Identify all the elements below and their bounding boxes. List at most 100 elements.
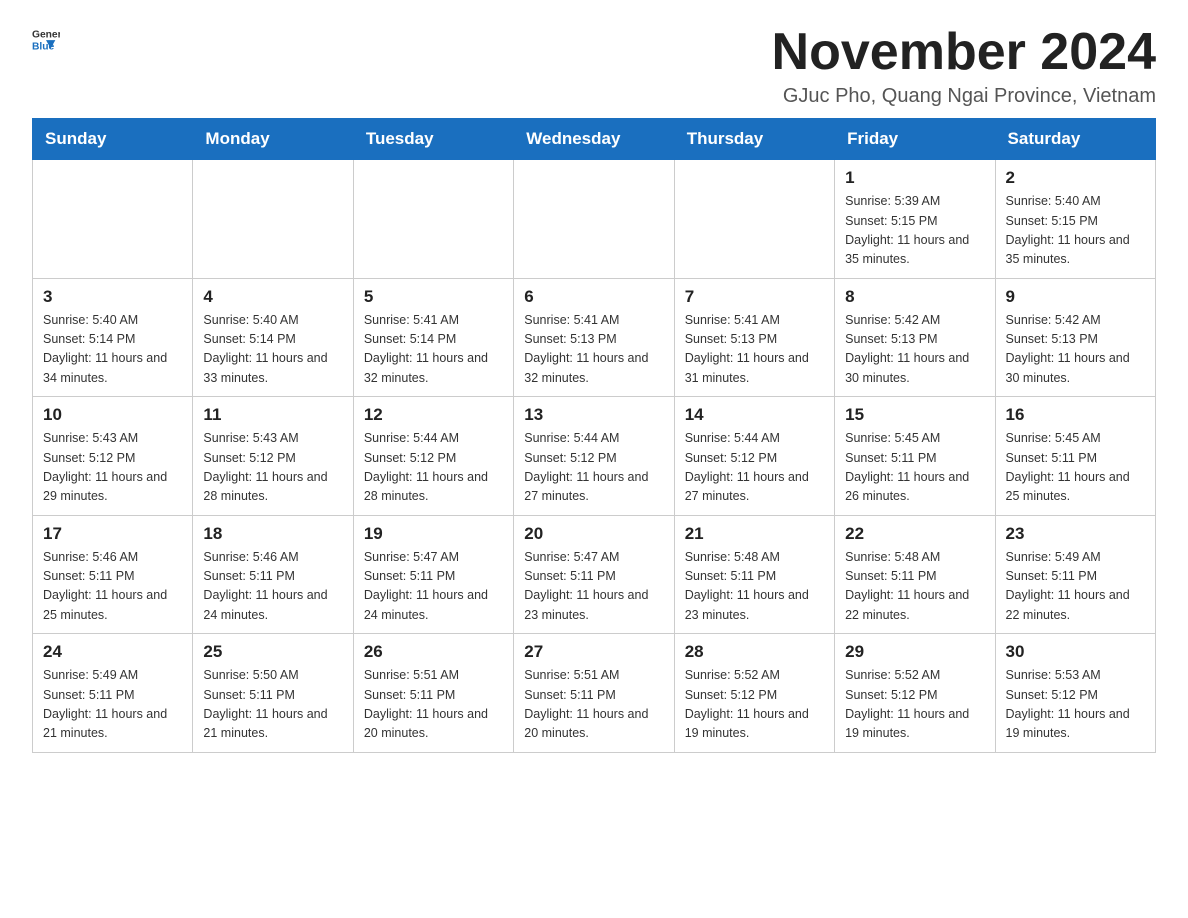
calendar-cell-w5-d1: 24Sunrise: 5:49 AMSunset: 5:11 PMDayligh… xyxy=(33,634,193,753)
calendar-cell-w4-d6: 22Sunrise: 5:48 AMSunset: 5:11 PMDayligh… xyxy=(835,515,995,634)
week-row-5: 24Sunrise: 5:49 AMSunset: 5:11 PMDayligh… xyxy=(33,634,1156,753)
day-info: Sunrise: 5:52 AMSunset: 5:12 PMDaylight:… xyxy=(845,666,984,744)
day-number: 27 xyxy=(524,642,663,662)
calendar-cell-w1-d4 xyxy=(514,160,674,279)
day-info: Sunrise: 5:40 AMSunset: 5:15 PMDaylight:… xyxy=(1006,192,1145,270)
calendar-cell-w3-d1: 10 Sunrise: 5:43 AMSunset: 5:12 PMDayligh… xyxy=(33,397,193,516)
calendar-cell-w2-d3: 5 Sunrise: 5:41 AMSunset: 5:14 PMDaylight… xyxy=(353,278,513,397)
col-saturday: Saturday xyxy=(995,119,1155,160)
calendar-cell-w1-d7: 2 Sunrise: 5:40 AMSunset: 5:15 PMDaylight… xyxy=(995,160,1155,279)
day-info: Sunrise: 5:44 AMSunset: 5:12 PMDaylight:… xyxy=(685,429,824,507)
svg-text:Blue: Blue xyxy=(32,41,55,52)
calendar-cell-w5-d3: 26 Sunrise: 5:51 AMSunset: 5:11 PMDayligh… xyxy=(353,634,513,753)
day-number: 8 xyxy=(845,287,984,307)
day-number: 16 xyxy=(1006,405,1145,425)
col-tuesday: Tuesday xyxy=(353,119,513,160)
day-number: 19 xyxy=(364,524,503,544)
day-number: 23 xyxy=(1006,524,1145,544)
calendar-cell-w2-d5: 7 Sunrise: 5:41 AMSunset: 5:13 PMDaylight… xyxy=(674,278,834,397)
calendar-cell-w5-d6: 29 Sunrise: 5:52 AMSunset: 5:12 PMDayligh… xyxy=(835,634,995,753)
day-info: Sunrise: 5:52 AMSunset: 5:12 PMDaylight:… xyxy=(685,666,824,744)
col-thursday: Thursday xyxy=(674,119,834,160)
day-number: 11 xyxy=(203,405,342,425)
day-number: 21 xyxy=(685,524,824,544)
day-number: 29 xyxy=(845,642,984,662)
day-number: 12 xyxy=(364,405,503,425)
day-number: 18 xyxy=(203,524,342,544)
day-info: Sunrise: 5:49 AMSunset: 5:11 PMDaylight:… xyxy=(1006,548,1145,626)
day-number: 9 xyxy=(1006,287,1145,307)
col-sunday: Sunday xyxy=(33,119,193,160)
day-number: 30 xyxy=(1006,642,1145,662)
calendar-cell-w3-d4: 13Sunrise: 5:44 AMSunset: 5:12 PMDayligh… xyxy=(514,397,674,516)
day-info: Sunrise: 5:41 AMSunset: 5:13 PMDaylight:… xyxy=(685,311,824,389)
day-info: Sunrise: 5:51 AMSunset: 5:11 PMDaylight:… xyxy=(364,666,503,744)
calendar-cell-w5-d4: 27 Sunrise: 5:51 AMSunset: 5:11 PMDayligh… xyxy=(514,634,674,753)
day-number: 15 xyxy=(845,405,984,425)
day-info: Sunrise: 5:41 AMSunset: 5:13 PMDaylight:… xyxy=(524,311,663,389)
day-number: 2 xyxy=(1006,168,1145,188)
calendar-cell-w1-d6: 1 Sunrise: 5:39 AMSunset: 5:15 PMDaylight… xyxy=(835,160,995,279)
day-info: Sunrise: 5:48 AMSunset: 5:11 PMDaylight:… xyxy=(845,548,984,626)
calendar-cell-w4-d4: 20 Sunrise: 5:47 AMSunset: 5:11 PMDayligh… xyxy=(514,515,674,634)
day-number: 3 xyxy=(43,287,182,307)
day-info: Sunrise: 5:47 AMSunset: 5:11 PMDaylight:… xyxy=(364,548,503,626)
day-info: Sunrise: 5:50 AMSunset: 5:11 PMDaylight:… xyxy=(203,666,342,744)
col-wednesday: Wednesday xyxy=(514,119,674,160)
day-number: 26 xyxy=(364,642,503,662)
day-info: Sunrise: 5:42 AMSunset: 5:13 PMDaylight:… xyxy=(845,311,984,389)
day-number: 14 xyxy=(685,405,824,425)
day-info: Sunrise: 5:46 AMSunset: 5:11 PMDaylight:… xyxy=(203,548,342,626)
day-info: Sunrise: 5:49 AMSunset: 5:11 PMDaylight:… xyxy=(43,666,182,744)
day-number: 28 xyxy=(685,642,824,662)
day-info: Sunrise: 5:40 AMSunset: 5:14 PMDaylight:… xyxy=(43,311,182,389)
day-number: 7 xyxy=(685,287,824,307)
week-row-3: 10 Sunrise: 5:43 AMSunset: 5:12 PMDayligh… xyxy=(33,397,1156,516)
calendar-cell-w2-d1: 3 Sunrise: 5:40 AMSunset: 5:14 PMDaylight… xyxy=(33,278,193,397)
calendar-cell-w4-d7: 23 Sunrise: 5:49 AMSunset: 5:11 PMDayligh… xyxy=(995,515,1155,634)
day-info: Sunrise: 5:48 AMSunset: 5:11 PMDaylight:… xyxy=(685,548,824,626)
col-monday: Monday xyxy=(193,119,353,160)
day-number: 1 xyxy=(845,168,984,188)
day-number: 20 xyxy=(524,524,663,544)
logo: General Blue xyxy=(32,24,60,52)
calendar-cell-w1-d3 xyxy=(353,160,513,279)
calendar-cell-w4-d2: 18 Sunrise: 5:46 AMSunset: 5:11 PMDayligh… xyxy=(193,515,353,634)
day-info: Sunrise: 5:39 AMSunset: 5:15 PMDaylight:… xyxy=(845,192,984,270)
day-number: 10 xyxy=(43,405,182,425)
svg-text:General: General xyxy=(32,29,60,40)
week-row-2: 3 Sunrise: 5:40 AMSunset: 5:14 PMDaylight… xyxy=(33,278,1156,397)
col-friday: Friday xyxy=(835,119,995,160)
page: General Blue November 2024 GJuc Pho, Qua… xyxy=(0,0,1188,785)
calendar-table: Sunday Monday Tuesday Wednesday Thursday… xyxy=(32,118,1156,753)
calendar-cell-w1-d2 xyxy=(193,160,353,279)
general-blue-logo-icon: General Blue xyxy=(32,24,60,52)
day-info: Sunrise: 5:43 AMSunset: 5:12 PMDaylight:… xyxy=(203,429,342,507)
calendar-cell-w3-d6: 15 Sunrise: 5:45 AMSunset: 5:11 PMDayligh… xyxy=(835,397,995,516)
day-number: 5 xyxy=(364,287,503,307)
day-info: Sunrise: 5:41 AMSunset: 5:14 PMDaylight:… xyxy=(364,311,503,389)
calendar-cell-w5-d7: 30Sunrise: 5:53 AMSunset: 5:12 PMDayligh… xyxy=(995,634,1155,753)
day-number: 25 xyxy=(203,642,342,662)
day-info: Sunrise: 5:51 AMSunset: 5:11 PMDaylight:… xyxy=(524,666,663,744)
day-info: Sunrise: 5:44 AMSunset: 5:12 PMDaylight:… xyxy=(524,429,663,507)
day-number: 17 xyxy=(43,524,182,544)
day-info: Sunrise: 5:42 AMSunset: 5:13 PMDaylight:… xyxy=(1006,311,1145,389)
calendar-subtitle: GJuc Pho, Quang Ngai Province, Vietnam xyxy=(772,85,1156,108)
day-info: Sunrise: 5:47 AMSunset: 5:11 PMDaylight:… xyxy=(524,548,663,626)
week-row-4: 17 Sunrise: 5:46 AMSunset: 5:11 PMDayligh… xyxy=(33,515,1156,634)
calendar-cell-w3-d2: 11 Sunrise: 5:43 AMSunset: 5:12 PMDayligh… xyxy=(193,397,353,516)
title-section: November 2024 GJuc Pho, Quang Ngai Provi… xyxy=(772,24,1156,108)
day-number: 6 xyxy=(524,287,663,307)
calendar-cell-w1-d5 xyxy=(674,160,834,279)
day-info: Sunrise: 5:45 AMSunset: 5:11 PMDaylight:… xyxy=(845,429,984,507)
calendar-title: November 2024 xyxy=(772,24,1156,81)
calendar-cell-w2-d2: 4Sunrise: 5:40 AMSunset: 5:14 PMDaylight… xyxy=(193,278,353,397)
calendar-cell-w1-d1 xyxy=(33,160,193,279)
week-row-1: 1 Sunrise: 5:39 AMSunset: 5:15 PMDaylight… xyxy=(33,160,1156,279)
calendar-cell-w3-d5: 14 Sunrise: 5:44 AMSunset: 5:12 PMDayligh… xyxy=(674,397,834,516)
calendar-cell-w5-d5: 28 Sunrise: 5:52 AMSunset: 5:12 PMDayligh… xyxy=(674,634,834,753)
day-info: Sunrise: 5:43 AMSunset: 5:12 PMDaylight:… xyxy=(43,429,182,507)
calendar-cell-w3-d7: 16Sunrise: 5:45 AMSunset: 5:11 PMDayligh… xyxy=(995,397,1155,516)
calendar-cell-w3-d3: 12Sunrise: 5:44 AMSunset: 5:12 PMDayligh… xyxy=(353,397,513,516)
